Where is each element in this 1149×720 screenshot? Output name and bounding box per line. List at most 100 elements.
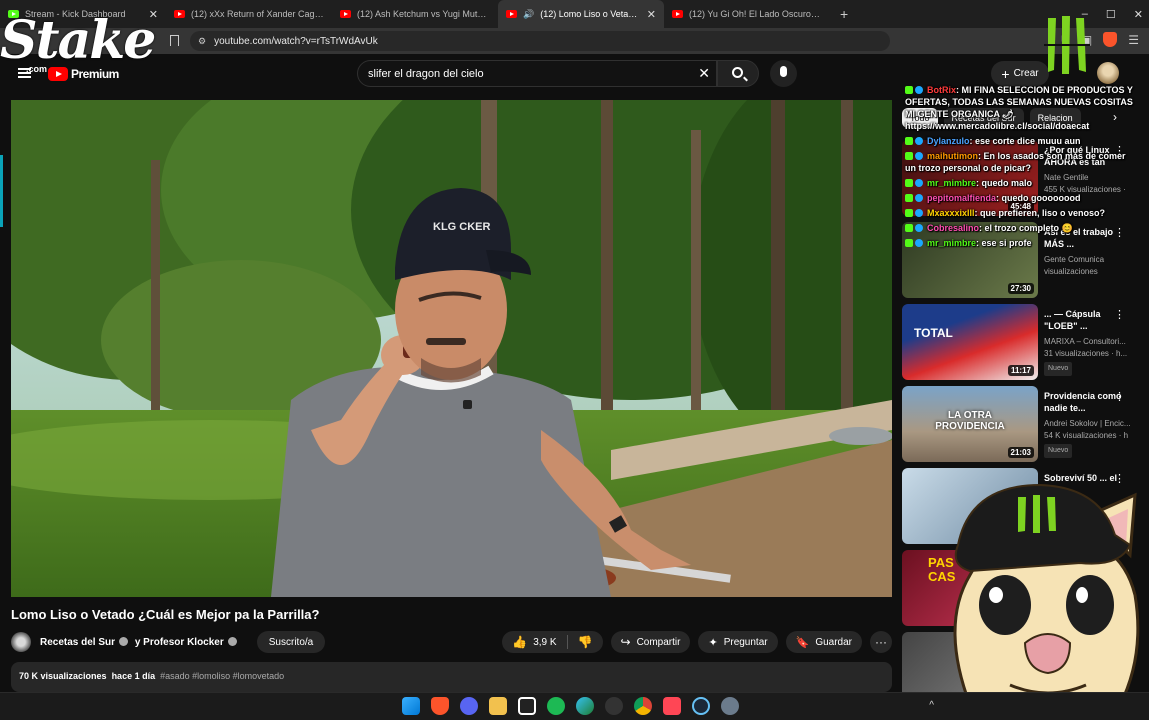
save-button[interactable]: 🔖 Guardar (785, 631, 862, 653)
kick-badge-icon (905, 224, 913, 232)
hashtags[interactable]: #asado #lomoliso #lomovetado (160, 671, 284, 681)
browser-tab-yugioh[interactable]: (12) Yu Gi Oh! El Lado Oscuro de las (664, 0, 830, 28)
chat-username: Dylanzulo (927, 136, 970, 146)
new-tab-button[interactable]: + (830, 6, 858, 22)
chat-text: : que prefieren, liso o venoso? (974, 208, 1106, 218)
microphone-icon (780, 66, 787, 77)
dislike-button[interactable]: 👎 (578, 635, 603, 649)
edge-icon[interactable] (576, 697, 594, 715)
sparkle-icon: ✦ (708, 636, 718, 649)
chat-text: : ese si profe (976, 238, 1032, 248)
kick-badge-icon (905, 239, 913, 247)
clear-search-icon[interactable]: ✕ (698, 65, 710, 82)
voice-search-button[interactable] (770, 60, 797, 87)
subscriber-badge-icon (915, 209, 923, 217)
brave-shield-icon[interactable] (1103, 32, 1118, 47)
chat-message: mr_mimbre: ese si profe (905, 237, 1135, 249)
account-avatar[interactable] (1097, 62, 1119, 84)
close-window-button[interactable]: ✕ (1134, 8, 1143, 21)
chrome-icon[interactable] (634, 697, 652, 715)
bookmark-icon[interactable] (170, 35, 179, 46)
menu-icon[interactable]: ☰ (1128, 33, 1139, 47)
steam-icon[interactable] (692, 697, 710, 715)
video-player[interactable]: KLG CKER (11, 100, 892, 597)
more-vert-icon[interactable]: ⋮ (1114, 390, 1125, 403)
search-input[interactable]: slifer el dragon del cielo ✕ (357, 60, 717, 87)
channel-name: Andrei Sokolov | Encic... (1044, 419, 1131, 428)
channel-name-1[interactable]: Recetas del Sur (40, 637, 115, 648)
stake-logo: Stake (0, 10, 156, 71)
share-icon: ↪ (620, 635, 631, 649)
settings-icon[interactable] (721, 697, 739, 715)
valorant-icon[interactable] (663, 697, 681, 715)
chevron-up-icon[interactable]: ^ (929, 700, 934, 711)
search-button[interactable] (717, 60, 759, 87)
channel-avatar[interactable] (11, 632, 31, 652)
file-explorer-icon[interactable] (489, 697, 507, 715)
share-button[interactable]: ↪ Compartir (610, 631, 691, 653)
video-title: Providencia como nadie te... (1044, 391, 1122, 413)
description-box[interactable]: 70 K visualizaciones hace 1 día #asado #… (11, 662, 892, 692)
channel-name-2[interactable]: Profesor Klocker (143, 637, 224, 648)
view-count: 54 K visualizaciones · h (1044, 431, 1129, 440)
chat-message: Mxaxxxixlll: que prefieren, liso o venos… (905, 207, 1135, 219)
chat-username: maihutimon (927, 151, 978, 161)
subscribe-button[interactable]: Suscrito/a (256, 631, 326, 653)
search-value: slifer el dragon del cielo (368, 67, 484, 80)
thumbs-up-icon: 👍 (512, 635, 528, 649)
new-badge: Nuevo (1044, 444, 1073, 458)
obs-icon[interactable] (605, 697, 623, 715)
video-meta: Gente Comunica visualizaciones (1044, 254, 1134, 278)
like-dislike-group: 👍 3,9 K 👎 (502, 631, 603, 653)
spotify-icon[interactable] (547, 697, 565, 715)
youtube-icon (174, 10, 185, 18)
browser-tab-ash[interactable]: (12) Ash Ketchum vs Yugi Muto (Figh (332, 0, 498, 28)
chat-username: Cobresalino (927, 223, 980, 233)
close-icon[interactable]: ✕ (647, 8, 656, 21)
discord-icon[interactable] (460, 697, 478, 715)
browser-tab-active[interactable]: 🔊 (12) Lomo Liso o Vetado ¿Cuá ✕ (498, 0, 664, 28)
thumbnail-text: TOTAL (914, 326, 953, 340)
browser-tab-xxx[interactable]: (12) xXx Return of Xander Cage (201 (166, 0, 332, 28)
tab-label: (12) Yu Gi Oh! El Lado Oscuro de las (689, 9, 822, 19)
create-button[interactable]: + Crear (991, 61, 1049, 86)
maximize-button[interactable]: ☐ (1106, 8, 1116, 21)
view-count: 31 visualizaciones · h... (1044, 349, 1128, 358)
subscriber-badge-icon (915, 137, 923, 145)
site-info-icon[interactable]: ⚙ (198, 36, 206, 47)
channel-name[interactable]: Recetas del Sur y Profesor Klocker (40, 636, 241, 648)
ask-button[interactable]: ✦ Preguntar (698, 631, 778, 653)
verified-icon (119, 636, 129, 646)
verified-icon (227, 636, 237, 646)
subscriber-badge-icon (915, 152, 923, 160)
video-meta: Andrei Sokolov | Encic... 54 K visualizac… (1044, 418, 1134, 458)
youtube-icon (672, 10, 683, 18)
chat-message: maihutimon: En los asados son más de com… (905, 150, 1135, 174)
ask-label: Preguntar (723, 636, 768, 648)
kick-badge-icon (905, 152, 913, 160)
tab-label: (12) xXx Return of Xander Cage (201 (191, 9, 324, 19)
windows-start-icon[interactable] (402, 697, 420, 715)
tab-label: (12) Ash Ketchum vs Yugi Muto (Figh (357, 9, 490, 19)
stream-chat-overlay: BotRix: MI FINA SELECCION DE PRODUCTOS Y… (905, 84, 1135, 252)
recommended-video[interactable]: TOTAL 11:17 ... — Cápsula "LOEB" ... MAR… (902, 304, 1137, 382)
url-field[interactable]: ⚙ youtube.com/watch?v=rTsTrWdAvUk (190, 31, 890, 51)
like-button[interactable]: 👍 3,9 K (512, 635, 556, 649)
capcut-icon[interactable] (518, 697, 536, 715)
speaker-icon: 🔊 (523, 8, 535, 19)
video-thumbnail: TOTAL 11:17 (902, 304, 1038, 380)
youtube-icon (506, 10, 517, 18)
more-vert-icon[interactable]: ⋮ (1114, 308, 1125, 321)
chat-message: Cobresalino: el trozo completo 😊 (905, 222, 1135, 234)
video-frame: KLG CKER (11, 100, 892, 597)
more-actions-button[interactable]: ··· (870, 631, 892, 653)
brave-icon[interactable] (431, 697, 449, 715)
subscriber-badge-icon (915, 224, 923, 232)
subscriber-badge-icon (915, 179, 923, 187)
url-text: youtube.com/watch?v=rTsTrWdAvUk (214, 35, 378, 47)
taskbar-apps (402, 697, 739, 715)
chat-message: BotRix: MI FINA SELECCION DE PRODUCTOS Y… (905, 84, 1135, 132)
recommended-video[interactable]: LA OTRA PROVIDENCIA 21:03 Providencia co… (902, 386, 1137, 464)
youtube-icon (340, 10, 351, 18)
tab-label: (12) Lomo Liso o Vetado ¿Cuá (540, 9, 641, 19)
